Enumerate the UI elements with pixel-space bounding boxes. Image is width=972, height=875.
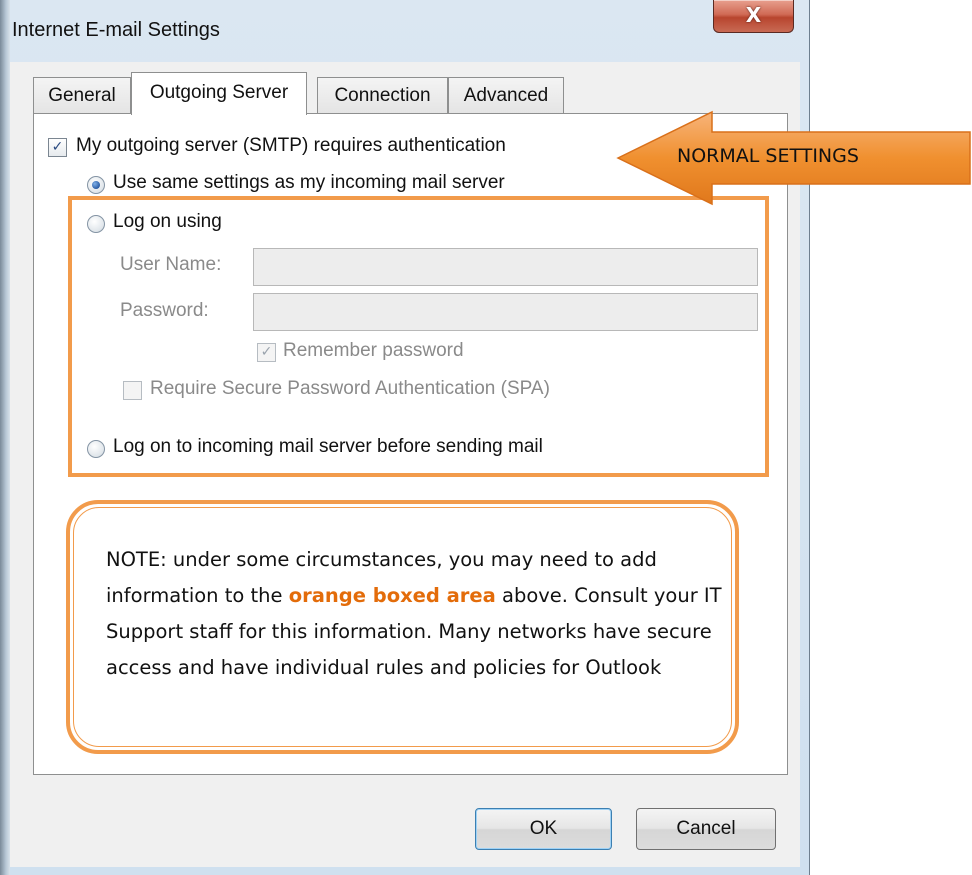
window-border-left bbox=[0, 0, 10, 875]
user-name-field[interactable] bbox=[253, 248, 758, 286]
password-field[interactable] bbox=[253, 293, 758, 331]
checkmark-icon: ✓ bbox=[260, 344, 273, 360]
log-on-using-label: Log on using bbox=[113, 211, 222, 232]
tab-general[interactable]: General bbox=[33, 77, 131, 114]
close-icon: X bbox=[745, 3, 762, 27]
tab-outgoing-server[interactable]: Outgoing Server bbox=[131, 72, 307, 115]
log-on-incoming-radio[interactable] bbox=[87, 440, 105, 458]
log-on-incoming-label: Log on to incoming mail server before se… bbox=[113, 436, 543, 457]
user-name-label: User Name: bbox=[120, 254, 222, 275]
remember-password-label: Remember password bbox=[283, 340, 464, 361]
window-title: Internet E-mail Settings bbox=[12, 19, 220, 41]
tab-advanced[interactable]: Advanced bbox=[448, 77, 564, 114]
requires-auth-label: My outgoing server (SMTP) requires authe… bbox=[76, 135, 506, 156]
spa-checkbox[interactable] bbox=[123, 381, 142, 400]
ok-button[interactable]: OK bbox=[475, 808, 612, 850]
orange-boxed-area bbox=[68, 196, 769, 477]
requires-auth-checkbox[interactable]: ✓ bbox=[48, 138, 67, 157]
normal-settings-label: NORMAL SETTINGS bbox=[677, 145, 859, 167]
note-text: NOTE: under some circumstances, you may … bbox=[106, 542, 726, 686]
close-button[interactable]: X bbox=[713, 0, 794, 33]
remember-password-checkbox[interactable]: ✓ bbox=[257, 343, 276, 362]
note-callout: NOTE: under some circumstances, you may … bbox=[66, 500, 739, 754]
use-same-settings-label: Use same settings as my incoming mail se… bbox=[113, 172, 505, 193]
spa-label: Require Secure Password Authentication (… bbox=[150, 378, 550, 399]
use-same-settings-radio[interactable] bbox=[87, 176, 105, 194]
cancel-button[interactable]: Cancel bbox=[636, 808, 776, 850]
checkmark-icon: ✓ bbox=[51, 139, 64, 155]
title-bar[interactable]: Internet E-mail Settings X bbox=[0, 0, 809, 62]
note-highlight: orange boxed area bbox=[288, 584, 496, 607]
log-on-using-radio[interactable] bbox=[87, 215, 105, 233]
password-label: Password: bbox=[120, 300, 209, 321]
tab-connection[interactable]: Connection bbox=[317, 77, 448, 114]
